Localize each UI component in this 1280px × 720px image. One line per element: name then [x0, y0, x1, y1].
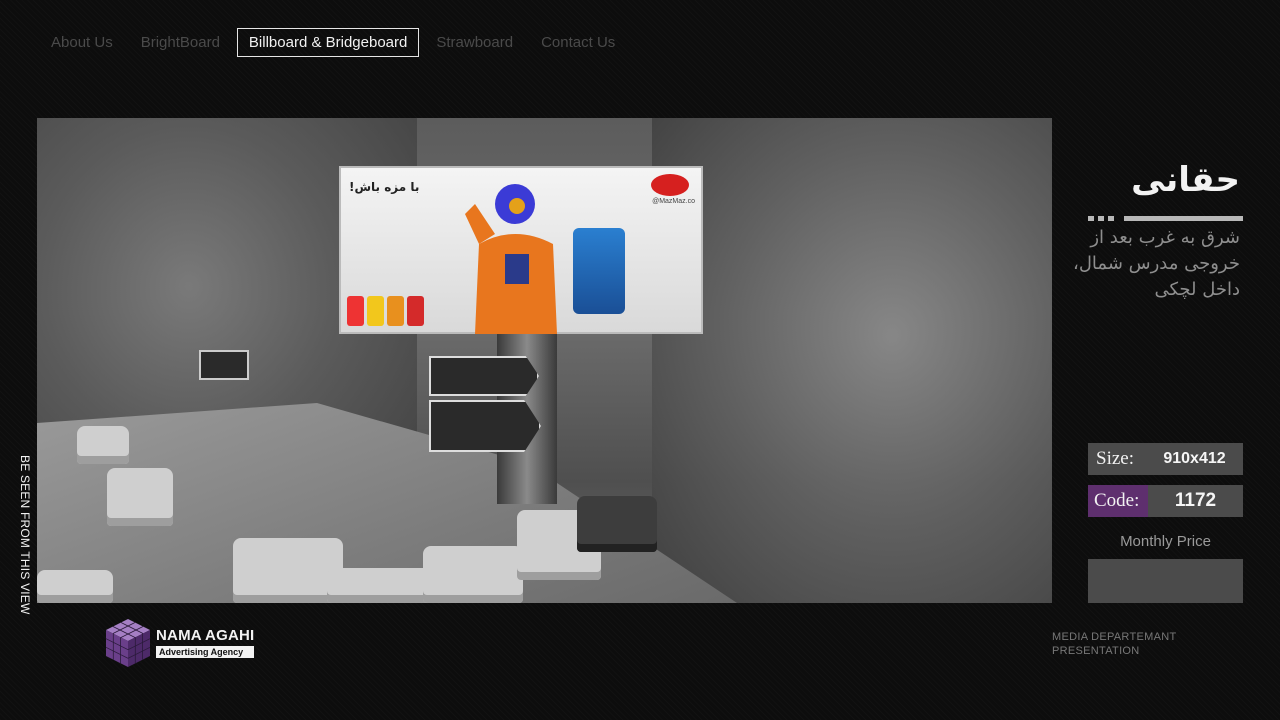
ad-model-figure: [465, 184, 557, 334]
size-label: Size:: [1088, 443, 1146, 475]
code-value: 1172: [1148, 485, 1243, 517]
nav-billboard-bridgeboard[interactable]: Billboard & Bridgeboard: [236, 27, 420, 57]
size-row: Size: 910x412: [1088, 443, 1243, 475]
nav-strawboard[interactable]: Strawboard: [425, 28, 524, 57]
footer-line-2: PRESENTATION: [1052, 645, 1140, 657]
car: [107, 468, 173, 526]
main-nav: About Us BrightBoard Billboard & Bridgeb…: [40, 27, 632, 57]
nav-brightboard[interactable]: BrightBoard: [130, 28, 231, 57]
logo-text: NAMA AGAHI Advertising Agency: [156, 627, 255, 658]
cube-logo-icon: [105, 619, 151, 667]
billboard-ad: با مزه باش! @MazMaz.co: [339, 166, 703, 334]
ad-product-pack: [573, 228, 625, 314]
monthly-price-label: Monthly Price: [1120, 533, 1211, 550]
monthly-price-value: [1088, 559, 1243, 603]
car: [37, 570, 113, 603]
billboard-tagline: با مزه باش!: [349, 180, 420, 194]
company-logo: NAMA AGAHI Advertising Agency: [104, 616, 255, 670]
road-sign-left: [199, 350, 249, 380]
code-row: Code: 1172: [1088, 485, 1243, 517]
car: [77, 426, 129, 464]
billboard-site: @MazMaz.co: [652, 198, 695, 205]
road-sign-direction-1: [429, 356, 539, 396]
footer-department: MEDIA DEPARTEMANT PRESENTATION: [1052, 630, 1252, 658]
car: [423, 546, 523, 603]
location-description: شرق به غرب بعد از خروجی مدرس شمال، داخل …: [1073, 227, 1240, 300]
size-value: 910x412: [1146, 443, 1243, 475]
location-title: حقانی: [1131, 160, 1240, 200]
trees-right: [652, 118, 1052, 603]
code-label: Code:: [1088, 485, 1148, 517]
nav-contact-us[interactable]: Contact Us: [530, 28, 626, 57]
company-subtitle: Advertising Agency: [156, 646, 255, 658]
nav-about-us[interactable]: About Us: [40, 28, 124, 57]
car: [577, 496, 657, 552]
road-sign-direction-2: [429, 400, 541, 452]
billboard-location-photo: با مزه باش! @MazMaz.co: [37, 118, 1052, 603]
side-caption: BE SEEN FROM THIS VIEW: [18, 455, 32, 615]
brand-logo-icon: [651, 174, 689, 196]
footer-line-1: MEDIA DEPARTEMANT: [1052, 631, 1177, 643]
company-name: NAMA AGAHI: [156, 627, 255, 644]
title-divider: [1088, 216, 1243, 221]
car: [327, 568, 437, 603]
ad-mini-packs: [347, 296, 424, 326]
